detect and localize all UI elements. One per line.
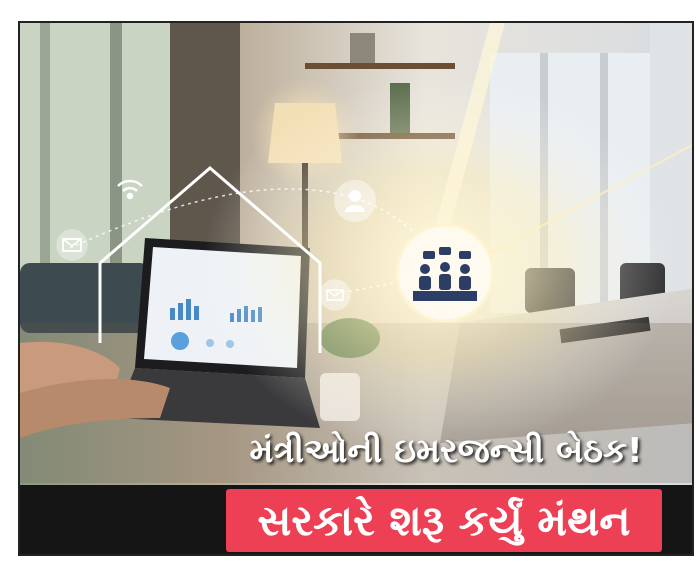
user-icon <box>334 180 376 222</box>
top-banner-strip <box>0 0 697 20</box>
mail-icon <box>56 229 88 261</box>
headline-line-1: મંત્રીઓની ઇમરજન્સી બેઠક! <box>20 431 692 485</box>
headline-red-box: સરકારે શરૂ કર્યું મંથન <box>226 489 662 552</box>
headline-line-1-text: મંત્રીઓની ઇમરજન્સી બેઠક! <box>249 431 643 471</box>
headline-line-2-text: સરકારે શરૂ કર્યું મંથન <box>257 495 631 545</box>
news-image-frame: મંત્રીઓની ઇમરજન્સી બેઠક! સરકારે શરૂ કર્ય… <box>18 21 694 556</box>
meeting-icon <box>395 223 495 323</box>
mail-icon <box>319 279 351 311</box>
